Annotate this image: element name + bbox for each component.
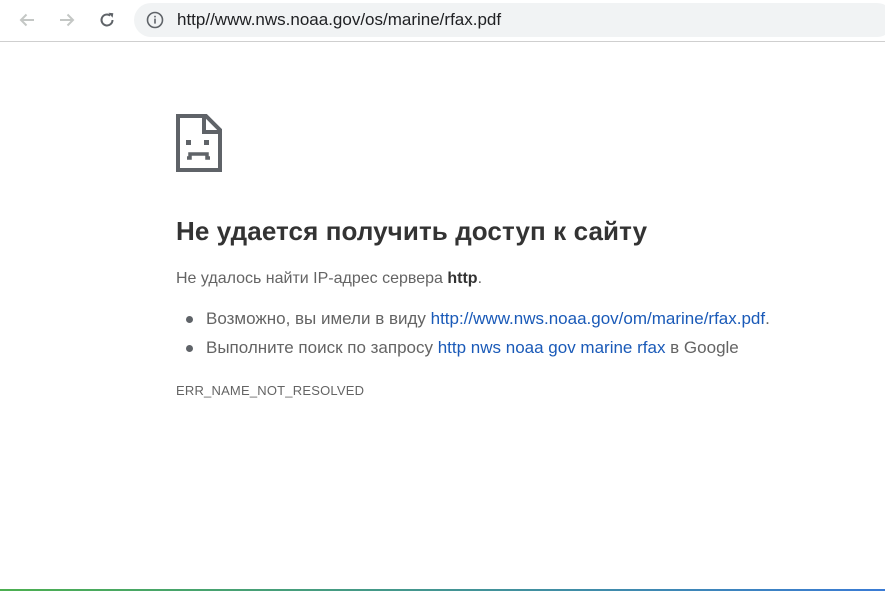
summary-suffix: . xyxy=(477,270,483,287)
address-bar-url[interactable]: http//www.nws.noaa.gov/os/marine/rfax.pd… xyxy=(177,11,501,29)
reload-button[interactable] xyxy=(93,6,121,34)
error-summary: Не удалось найти IP-адрес сервера http. xyxy=(176,269,876,289)
browser-toolbar: http//www.nws.noaa.gov/os/marine/rfax.pd… xyxy=(0,0,885,42)
summary-host: http xyxy=(447,270,478,287)
summary-prefix: Не удалось найти IP-адрес сервера xyxy=(176,270,448,287)
error-title: Не удается получить доступ к сайту xyxy=(176,216,648,246)
suggested-url-link[interactable]: http://www.nws.noaa.gov/om/marine/rfax.p… xyxy=(431,309,766,328)
arrow-left-icon xyxy=(19,13,34,27)
arrow-right-icon xyxy=(60,13,75,27)
sad-page-icon xyxy=(176,114,222,172)
suggestion-suffix: . xyxy=(765,309,770,328)
suggestion-did-you-mean: Возможно, вы имели в виду http://www.nws… xyxy=(186,309,876,329)
suggestion-text: Выполните поиск по запросу xyxy=(206,338,438,357)
error-page: Не удается получить доступ к сайту Не уд… xyxy=(176,114,876,398)
search-query-link[interactable]: http nws noaa gov marine rfax xyxy=(438,338,666,357)
reload-icon xyxy=(100,12,114,27)
suggestion-search: Выполните поиск по запросу http nws noaa… xyxy=(186,338,876,358)
suggestion-suffix: в Google xyxy=(665,338,739,357)
forward-button[interactable] xyxy=(53,6,81,34)
suggestions-list: Возможно, вы имели в виду http://www.nws… xyxy=(176,309,876,358)
back-button[interactable] xyxy=(13,6,41,34)
suggestion-text: Возможно, вы имели в виду xyxy=(206,309,431,328)
address-bar[interactable]: http//www.nws.noaa.gov/os/marine/rfax.pd… xyxy=(134,3,885,37)
error-code: ERR_NAME_NOT_RESOLVED xyxy=(176,383,365,398)
info-icon[interactable] xyxy=(146,11,164,29)
